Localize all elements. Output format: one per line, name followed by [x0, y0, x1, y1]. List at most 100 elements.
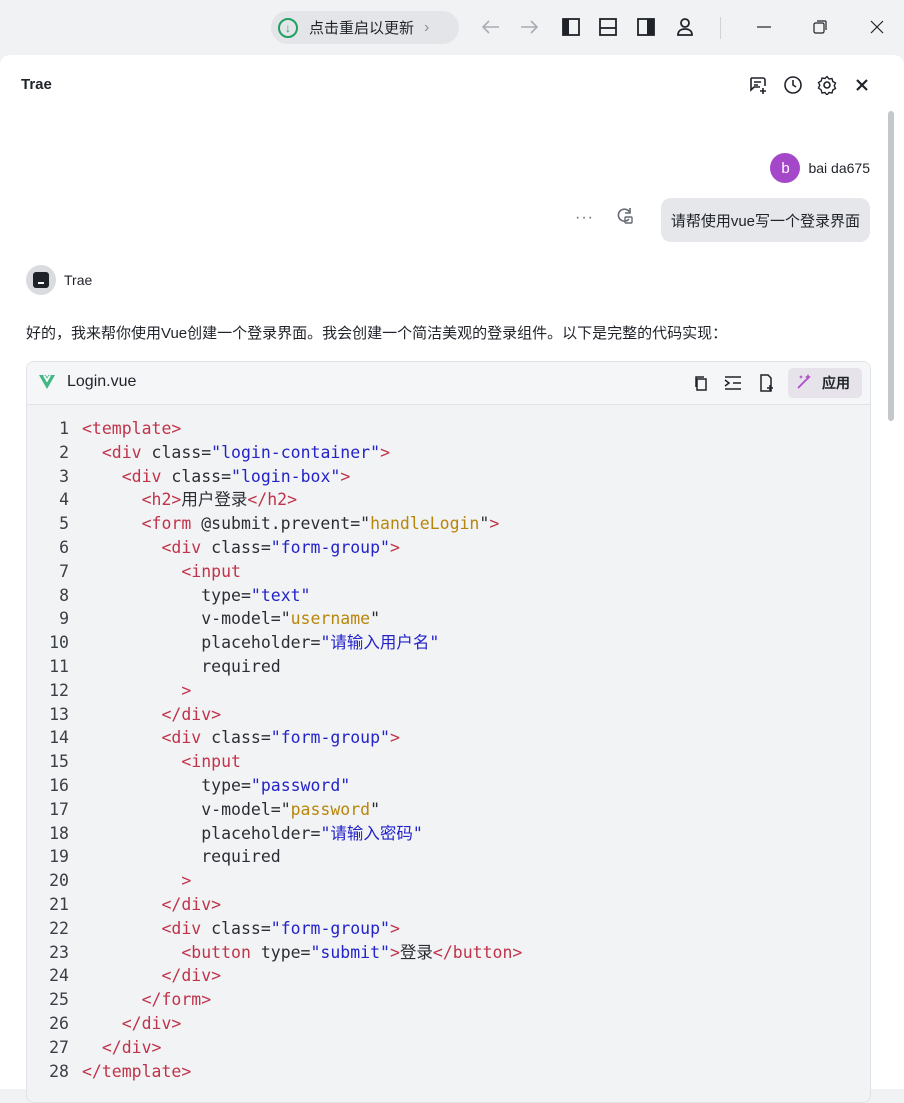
- code-token: 登录: [399, 942, 433, 962]
- copy-icon[interactable]: [691, 373, 711, 393]
- code-token: "text": [250, 585, 311, 605]
- code-line: 12 >: [27, 679, 870, 703]
- code-token: class=: [201, 537, 271, 557]
- new-file-icon[interactable]: [756, 373, 776, 393]
- code-line: 19 required: [27, 845, 870, 869]
- back-arrow-icon[interactable]: [480, 16, 502, 38]
- code-token: type=: [201, 775, 251, 795]
- code-token: "请输入用户名": [320, 633, 440, 653]
- line-number: 5: [59, 514, 69, 534]
- line-number: 27: [49, 1037, 69, 1057]
- code-line: 1 <template>: [27, 417, 870, 441]
- code-text: <input: [82, 560, 241, 584]
- code-token: password: [290, 799, 371, 819]
- code-token: "password": [250, 775, 351, 795]
- bottom-panel-icon[interactable]: [597, 16, 619, 38]
- code-token: >: [181, 680, 192, 700]
- assistant-header: Trae: [26, 265, 92, 295]
- user-name: bai da675: [808, 160, 870, 176]
- close-icon[interactable]: [866, 16, 888, 38]
- line-number: 24: [49, 966, 69, 986]
- line-number: 25: [49, 990, 69, 1010]
- insert-at-cursor-icon[interactable]: [723, 373, 743, 393]
- code-token: <div: [161, 537, 202, 557]
- code-token: v-model=": [201, 799, 291, 819]
- code-token: <template>: [82, 419, 182, 438]
- left-panel-icon[interactable]: [560, 16, 582, 38]
- close-panel-icon[interactable]: [850, 73, 874, 97]
- code-line: 20 >: [27, 869, 870, 893]
- scrollbar-thumb[interactable]: [888, 111, 894, 421]
- code-line: 10 placeholder="请输入用户名": [27, 631, 870, 655]
- code-editor[interactable]: 1 <template> 2 <div class="login-container…: [27, 417, 870, 1083]
- minimize-icon[interactable]: [753, 16, 775, 38]
- code-token: "请输入密码": [320, 823, 423, 843]
- code-text: <button type="submit">登录</button>: [82, 941, 522, 965]
- code-token: <input: [181, 561, 241, 581]
- code-line: 7 <input: [27, 560, 870, 584]
- code-token: <input: [181, 752, 241, 772]
- code-token: required: [201, 656, 281, 676]
- history-icon[interactable]: [781, 73, 805, 97]
- code-token: type=: [201, 585, 251, 605]
- code-text: >: [82, 869, 191, 893]
- code-line: 6 <div class="form-group">: [27, 536, 870, 560]
- code-token: "login-box": [231, 466, 341, 486]
- apply-button[interactable]: 应用: [788, 368, 862, 398]
- line-number: 28: [49, 1061, 69, 1081]
- code-token: </h2>: [247, 490, 298, 510]
- code-token: type=: [250, 942, 311, 962]
- code-text: </div>: [82, 893, 221, 917]
- code-text: </form>: [82, 988, 212, 1012]
- code-text: <h2>用户登录</h2>: [82, 488, 297, 512]
- code-text: <form @submit.prevent="handleLogin">: [82, 512, 500, 536]
- more-icon[interactable]: ···: [575, 209, 594, 227]
- separator: [720, 17, 721, 39]
- update-label: 点击重启以更新: [309, 20, 415, 37]
- code-token: ": [370, 799, 381, 819]
- code-token: <button: [181, 942, 251, 962]
- code-text: <div class="form-group">: [82, 536, 399, 560]
- code-token: </div>: [121, 1013, 182, 1033]
- code-line: 15 <input: [27, 750, 870, 774]
- line-number: 7: [59, 561, 69, 581]
- restore-icon[interactable]: [809, 16, 831, 38]
- new-chat-icon[interactable]: [746, 73, 770, 97]
- line-number: 1: [59, 419, 69, 438]
- regenerate-icon[interactable]: [614, 205, 634, 230]
- code-token: class=: [161, 466, 232, 486]
- code-token: <div: [101, 442, 142, 462]
- code-line: 21 </div>: [27, 893, 870, 917]
- right-panel-icon[interactable]: [635, 16, 657, 38]
- line-number: 12: [49, 680, 69, 700]
- account-icon[interactable]: [674, 16, 696, 38]
- code-text: required: [82, 655, 281, 679]
- code-token: </button>: [432, 942, 523, 962]
- code-token: </form>: [141, 990, 212, 1010]
- gear-icon[interactable]: [815, 73, 839, 97]
- restart-to-update-button[interactable]: ↓ 点击重启以更新 ›: [271, 11, 459, 44]
- panel-title: Trae: [21, 76, 52, 93]
- code-line: 23 <button type="submit">登录</button>: [27, 941, 870, 965]
- code-token: <div: [121, 466, 162, 486]
- code-token: ": [370, 609, 381, 629]
- line-number: 20: [49, 871, 69, 891]
- forward-arrow-icon[interactable]: [518, 16, 540, 38]
- code-token: >: [390, 728, 400, 748]
- code-line: 14 <div class="form-group">: [27, 726, 870, 750]
- code-line: 26 </div>: [27, 1012, 870, 1036]
- code-token: <form: [141, 514, 192, 534]
- code-token: ": [479, 514, 490, 534]
